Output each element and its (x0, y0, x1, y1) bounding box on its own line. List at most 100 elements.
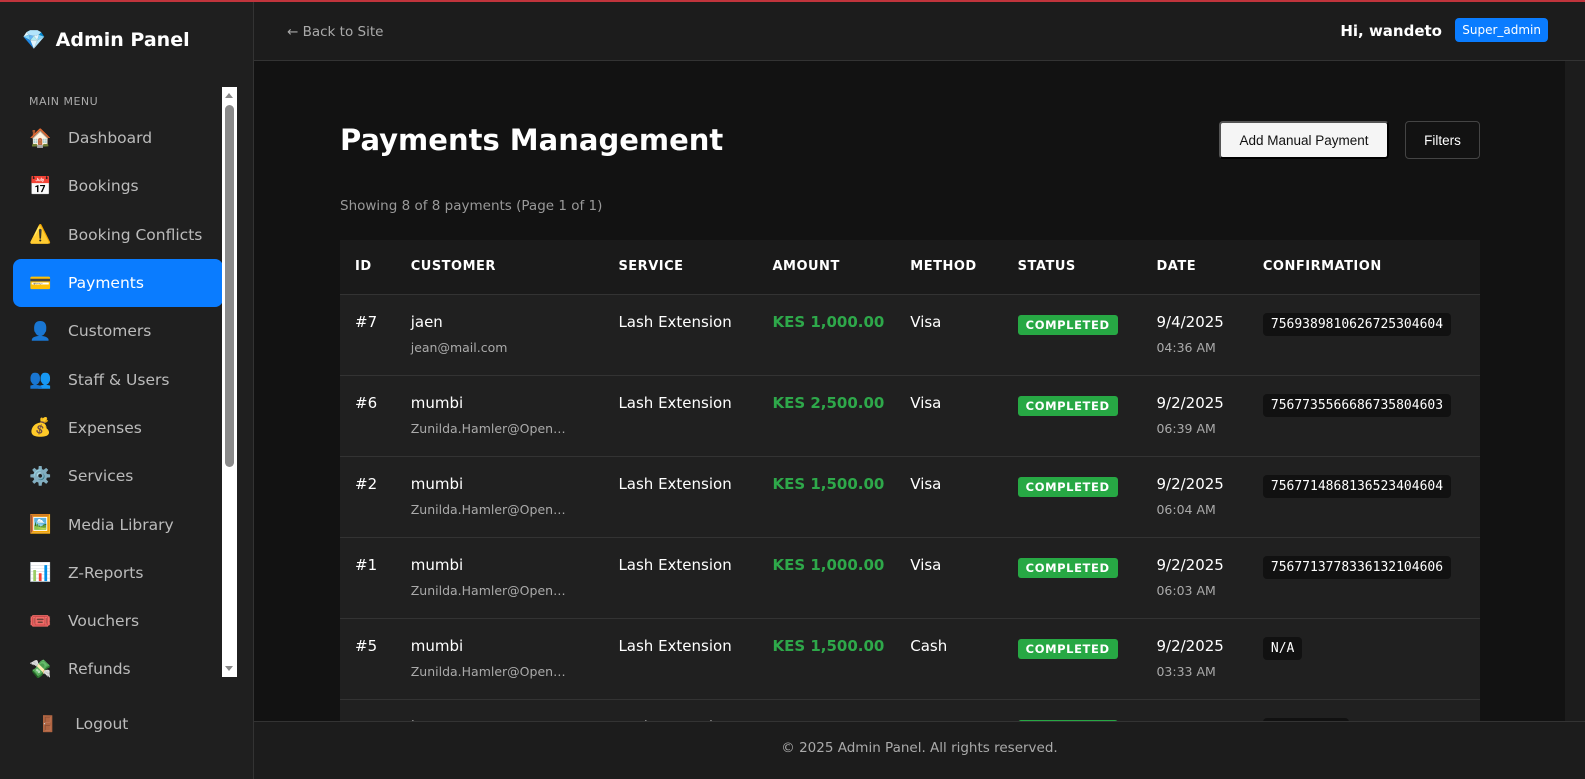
status-cell: COMPLETED (1002, 456, 1142, 538)
table-row[interactable]: #7 jaen jean@mail.com Lash Extension KES … (340, 294, 1480, 376)
sidebar-item-customers[interactable]: 👤 Customers (13, 307, 223, 355)
customer-cell: jaen jean@mail.com (395, 294, 604, 376)
date: 9/2/2025 (1156, 555, 1224, 574)
method: Cash (895, 618, 1003, 700)
table-row[interactable]: #5 mumbi Zunilda.Hamler@Open… Lash Extens… (340, 618, 1480, 700)
time: 06:04 AM (1156, 501, 1216, 517)
payments-table: ID CUSTOMER SERVICE AMOUNT METHOD STATUS DATE C… (340, 240, 1480, 721)
filters-button[interactable]: Filters (1405, 121, 1480, 159)
date-cell: 9/2/2025 (1141, 699, 1248, 721)
amount: KES 1,000.00 (757, 294, 896, 376)
sidebar-item-label: Bookings (68, 177, 139, 196)
scroll-down-icon[interactable] (225, 666, 233, 671)
sidebar-scrollbar[interactable] (222, 87, 237, 677)
customer-email: Zunilda.Hamler@Open… (410, 420, 566, 436)
amount: KES 2,500.00 (757, 375, 896, 457)
status-badge: COMPLETED (1017, 638, 1118, 659)
customer-name: mumbi (410, 636, 464, 655)
sidebar-item-payments[interactable]: 💳 Payments (13, 258, 223, 308)
sidebar-item-refunds[interactable]: 💸 Refunds (13, 645, 223, 693)
confirmation-cell: mpesa_ref (1247, 699, 1480, 721)
sidebar-item-media-library[interactable]: 🖼️ Media Library (13, 500, 223, 548)
date: 9/2/2025 (1156, 393, 1224, 412)
sidebar-item-label: Services (68, 467, 134, 486)
confirmation-cell: 7569389810626725304604 (1247, 294, 1480, 376)
service: Lash Extension (603, 537, 758, 619)
menu-icon: ⚙️ (29, 465, 52, 487)
date: 9/2/2025 (1156, 474, 1224, 493)
page-scrollbar[interactable] (1565, 61, 1585, 721)
sidebar-item-vouchers[interactable]: 🎟️ Vouchers (13, 597, 223, 645)
service: Lash Extension (603, 618, 758, 700)
sidebar-item-z-reports[interactable]: 📊 Z-Reports (13, 549, 223, 597)
date-cell: 9/2/2025 06:03 AM (1141, 537, 1248, 619)
sidebar-item-label: Booking Conflicts (68, 225, 203, 244)
main-content: Payments Management Add Manual Payment F… (254, 61, 1565, 721)
logout-button[interactable]: 🚪 Logout (38, 715, 128, 733)
menu-icon: 🏠 (29, 127, 52, 149)
method: Visa (895, 294, 1003, 376)
confirmation-cell: 7567714868136523404604 (1247, 456, 1480, 538)
table-header-row: ID CUSTOMER SERVICE AMOUNT METHOD STATUS DATE C… (340, 240, 1480, 295)
sidebar-item-label: Refunds (68, 660, 131, 679)
sidebar-item-expenses[interactable]: 💰 Expenses (13, 404, 223, 452)
menu-icon: ⚠️ (29, 224, 52, 246)
amount: KES 1,000.00 (757, 537, 896, 619)
sidebar-item-label: Expenses (68, 418, 142, 437)
role-badge: Super_admin (1455, 18, 1548, 42)
method: Visa (895, 537, 1003, 619)
brand-title: Admin Panel (55, 28, 190, 51)
column-header: CONFIRMATION (1247, 240, 1480, 295)
menu-icon: 🖼️ (29, 514, 52, 536)
customer-email: Zunilda.Hamler@Open… (410, 501, 566, 517)
status-cell: COMPLETED (1002, 294, 1142, 376)
payment-id: #4 (340, 699, 396, 721)
service: Lash Extension (603, 699, 758, 721)
date-cell: 9/2/2025 06:04 AM (1141, 456, 1248, 538)
scrollbar-thumb[interactable] (225, 105, 234, 467)
scroll-up-icon[interactable] (225, 93, 233, 98)
add-manual-payment-button[interactable]: Add Manual Payment (1219, 121, 1389, 159)
status-cell: COMPLETED (1002, 375, 1142, 457)
column-header: DATE (1141, 240, 1248, 295)
menu-label: MAIN MENU (29, 95, 99, 108)
brand: 💎 Admin Panel (22, 28, 190, 52)
customer-cell: mumbi Zunilda.Hamler@Open… (395, 537, 604, 619)
sidebar-item-label: Staff & Users (68, 370, 170, 389)
confirmation-code: 7567713778336132104606 (1262, 555, 1452, 579)
method: Visa (895, 456, 1003, 538)
time: 06:03 AM (1156, 582, 1216, 598)
payment-id: #5 (340, 618, 396, 700)
table-row[interactable]: #1 mumbi Zunilda.Hamler@Open… Lash Extens… (340, 537, 1480, 619)
method: M-Pesa (895, 699, 1003, 721)
sidebar-item-label: Customers (68, 322, 152, 341)
back-to-site-link[interactable]: ← Back to Site (287, 24, 383, 40)
table-row[interactable]: #6 mumbi Zunilda.Hamler@Open… Lash Extens… (340, 375, 1480, 457)
table-row[interactable]: #2 mumbi Zunilda.Hamler@Open… Lash Extens… (340, 456, 1480, 538)
menu-icon: 💳 (29, 272, 52, 294)
confirmation-cell: N/A (1247, 618, 1480, 700)
logout-label: Logout (75, 715, 129, 733)
menu-icon: 👤 (29, 320, 52, 342)
sidebar-item-bookings[interactable]: 📅 Bookings (13, 162, 223, 210)
date: 9/4/2025 (1156, 312, 1224, 331)
customer-cell: mumbi Zunilda.Hamler@Open… (395, 618, 604, 700)
sidebar-item-label: Media Library (68, 515, 174, 534)
sidebar-item-dashboard[interactable]: 🏠 Dashboard (13, 114, 223, 162)
menu-icon: 📊 (29, 562, 52, 584)
menu-icon: 💰 (29, 417, 52, 439)
sidebar-item-services[interactable]: ⚙️ Services (13, 452, 223, 500)
sidebar-item-staff-users[interactable]: 👥 Staff & Users (13, 355, 223, 403)
customer-cell: jaen (395, 699, 604, 721)
customer-name: mumbi (410, 474, 464, 493)
confirmation-cell: 7567713778336132104606 (1247, 537, 1480, 619)
sidebar-item-booking-conflicts[interactable]: ⚠️ Booking Conflicts (13, 211, 223, 259)
diamond-icon: 💎 (22, 29, 46, 51)
time: 03:33 AM (1156, 663, 1216, 679)
customer-name: jaen (410, 312, 443, 331)
table-row[interactable]: #4 jaen Lash Extension KES 2,000.00 M-Pe… (340, 699, 1480, 721)
column-header: STATUS (1002, 240, 1142, 295)
amount: KES 1,500.00 (757, 456, 896, 538)
confirmation-code: 7567735566686735804603 (1262, 393, 1452, 417)
top-header: ← Back to Site Hi, wandeto Super_admin (254, 2, 1585, 61)
